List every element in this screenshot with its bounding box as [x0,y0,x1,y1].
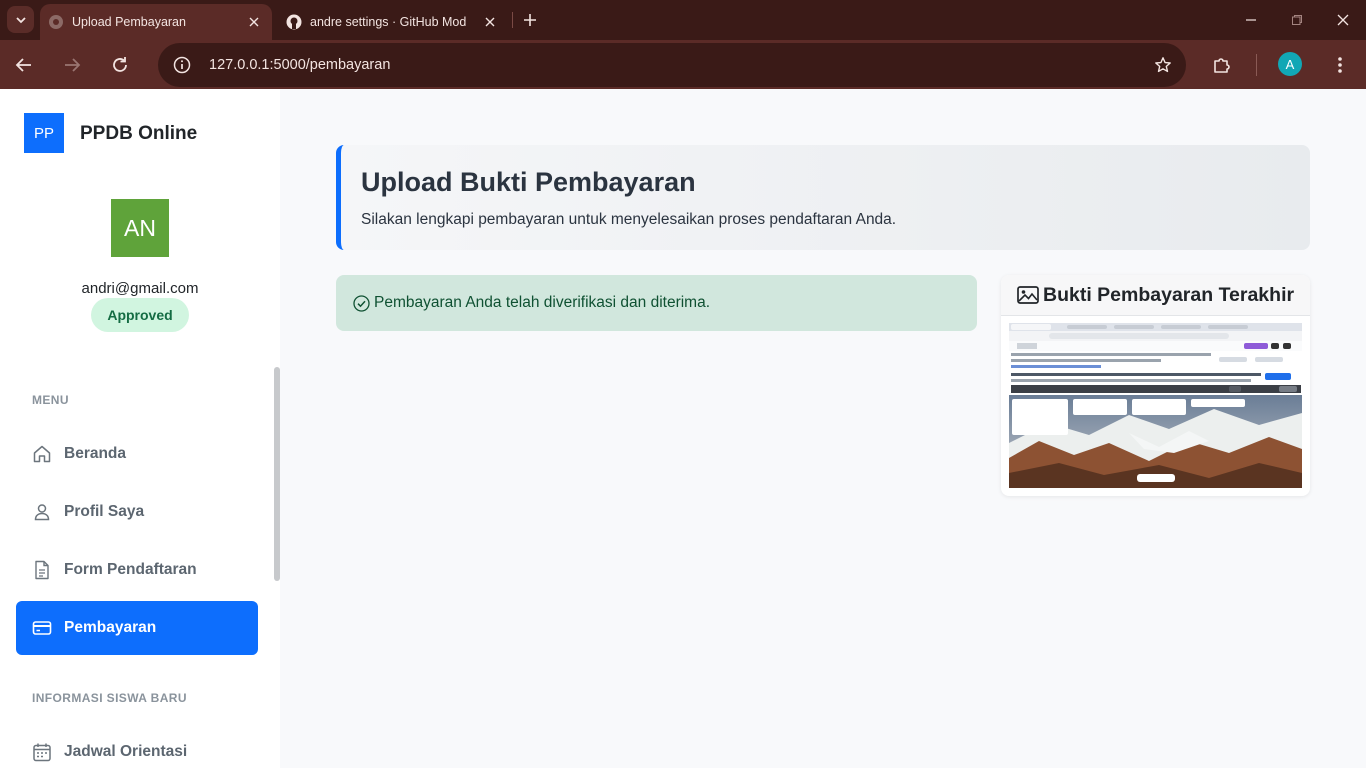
restore-button[interactable] [1274,0,1320,40]
sidebar-item-label: Pembayaran [64,619,157,636]
tab-search-button[interactable] [7,6,34,33]
plus-icon [524,14,536,26]
address-bar[interactable]: 127.0.0.1:5000/pembayaran [158,43,1186,87]
status-badge: Approved [91,298,189,332]
calendar-icon [32,742,52,762]
globe-icon [48,14,64,30]
sidebar-item-label: Jadwal Orientasi [64,743,188,760]
home-icon [32,444,52,464]
github-icon [286,14,302,30]
browser-tab-bar: Upload Pembayaran andre settings · GitHu… [0,0,1366,40]
forward-button[interactable] [57,50,87,80]
payment-proof-title: Bukti Pembayaran Terakhir [1043,283,1295,306]
user-email: andri@gmail.com [81,280,199,297]
extensions-button[interactable] [1207,50,1237,80]
browser-menu-button[interactable] [1325,50,1355,80]
arrow-right-icon [65,58,81,72]
menu-heading: MENU [32,393,69,407]
puzzle-icon [1214,58,1230,73]
success-alert: Pembayaran Anda telah diverifikasi dan d… [336,275,977,331]
brand-name: PPDB Online [80,123,198,144]
sidebar-item-jadwal-orientasi[interactable]: Jadwal Orientasi [16,725,258,768]
alert-text: Pembayaran Anda telah diverifikasi dan d… [374,294,711,311]
page-title: Upload Bukti Pembayaran [361,167,696,197]
tab-divider [512,12,513,28]
check-circle-icon [352,294,370,312]
browser-toolbar: 127.0.0.1:5000/pembayaran [0,40,1366,89]
sidebar-scrollbar[interactable] [274,367,280,581]
close-window-button[interactable] [1320,0,1366,40]
sidebar-item-beranda[interactable]: Beranda [16,427,258,481]
payment-proof-header: Bukti Pembayaran Terakhir [1001,275,1310,316]
credit-card-icon [32,618,52,638]
sidebar-item-label: Profil Saya [64,503,145,520]
minimize-button[interactable] [1228,0,1274,40]
payment-proof-image[interactable] [1009,323,1302,488]
image-icon [1017,284,1039,306]
close-tab-icon[interactable] [478,10,502,34]
tab-title: Upload Pembayaran [72,15,186,29]
browser-tab-active[interactable]: Upload Pembayaran [40,4,272,40]
person-icon [32,502,52,522]
profile-avatar[interactable]: A [1278,52,1302,76]
document-icon [32,560,52,580]
more-vertical-icon [1338,57,1342,73]
reload-icon [113,57,127,72]
user-avatar: AN [111,199,169,257]
payment-proof-card: Bukti Pembayaran Terakhir [1001,275,1310,496]
restore-icon [1292,15,1302,25]
sidebar-item-pembayaran[interactable]: Pembayaran [16,601,258,655]
new-tab-button[interactable] [518,8,542,32]
menu-heading: INFORMASI SISWA BARU [32,691,187,705]
chevron-down-icon [15,16,26,23]
sidebar-item-label: Beranda [64,445,127,462]
reload-button[interactable] [105,50,135,80]
url-text: 127.0.0.1:5000/pembayaran [209,57,391,73]
sidebar-item-form-pendaftaran[interactable]: Form Pendaftaran [16,543,258,597]
sidebar-item-label: Form Pendaftaran [64,561,197,578]
minimize-icon [1246,19,1256,21]
sidebar-item-profil-saya[interactable]: Profil Saya [16,485,258,539]
sidebar: PP PPDB Online AN andri@gmail.com Approv… [0,89,280,768]
brand-logo: PP [24,113,64,153]
page-subtitle: Silakan lengkapi pembayaran untuk menyel… [361,211,897,228]
back-button[interactable] [9,50,39,80]
arrow-left-icon [15,58,31,72]
toolbar-divider [1256,54,1257,76]
browser-tab-github[interactable]: andre settings · GitHub Mod [278,4,508,40]
close-icon [1337,14,1349,26]
page-header-card: Upload Bukti Pembayaran Silakan lengkapi… [336,145,1310,250]
tab-title: andre settings · GitHub Mod [310,15,467,29]
close-tab-icon[interactable] [242,10,266,34]
site-info-icon[interactable] [168,51,196,79]
bookmark-star-icon[interactable] [1152,54,1174,76]
